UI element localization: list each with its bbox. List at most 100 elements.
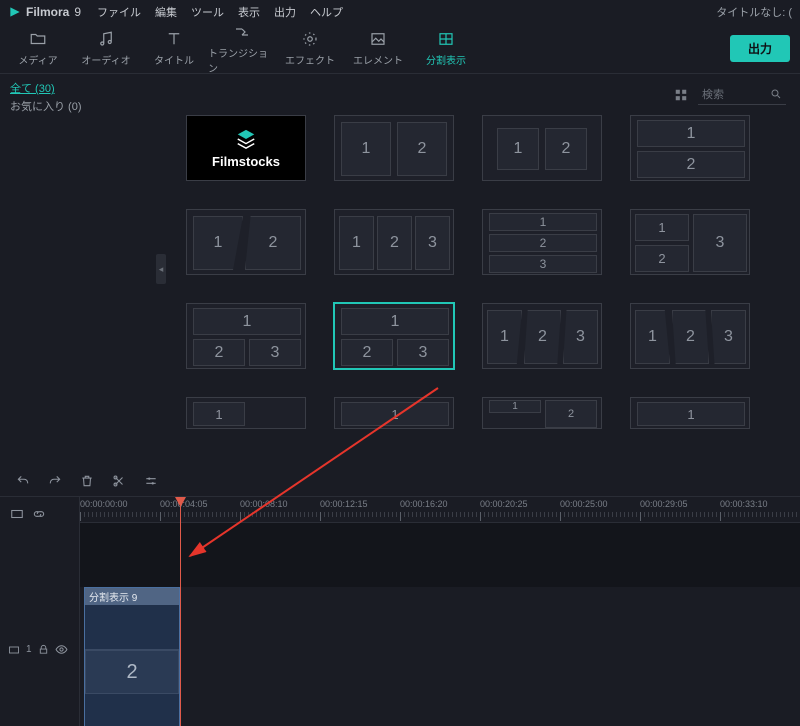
sidebar-collapse-handle[interactable]: ◂ <box>156 254 166 284</box>
timeline-ruler[interactable]: 00:00:00:00 00:00:04:05 00:00:08:10 00:0… <box>80 497 800 523</box>
preset-split-3v[interactable]: 1 2 3 <box>334 209 454 275</box>
cell-1: 1 <box>637 120 745 147</box>
tab-label: 分割表示 <box>426 52 466 67</box>
transition-icon <box>233 23 251 41</box>
tab-effect[interactable]: エフェクト <box>276 30 344 67</box>
cell-1: 1 <box>497 128 539 170</box>
app-name: Filmora <box>26 5 69 19</box>
sidebar-item-favorites[interactable]: お気に入り (0) <box>10 98 150 114</box>
cell-2: 2 <box>245 216 301 270</box>
cell-1: 1 <box>489 400 541 413</box>
cell-1: 1 <box>341 122 391 176</box>
eye-icon[interactable] <box>55 643 68 656</box>
timeline-tracks[interactable]: 00:00:00:00 00:00:04:05 00:00:08:10 00:0… <box>80 497 800 726</box>
category-sidebar: 全て (30) お気に入り (0) <box>0 74 160 466</box>
document-title: タイトルなし: ( <box>716 4 792 20</box>
preset-split-t1b2-selected[interactable]: 1 2 3 <box>334 303 454 369</box>
menu-output[interactable]: 出力 <box>274 4 296 20</box>
preset-split-3h[interactable]: 1 2 3 <box>482 209 602 275</box>
filmstocks-label: Filmstocks <box>212 154 280 169</box>
preset-grid-area: 検索 Filmstocks 1 2 1 2 1 <box>160 74 800 466</box>
preset-split-t1b2[interactable]: 1 2 3 <box>186 303 306 369</box>
search-input[interactable]: 検索 <box>698 84 786 105</box>
preset-partial[interactable]: 1 2 <box>482 397 602 429</box>
preset-partial[interactable]: 1 <box>186 397 306 429</box>
cell-2: 2 <box>341 339 393 366</box>
preset-split-3vdiag[interactable]: 1 2 3 <box>482 303 602 369</box>
menu-view[interactable]: 表示 <box>238 4 260 20</box>
menu-help[interactable]: ヘルプ <box>310 4 343 20</box>
cell-1: 1 <box>635 310 670 364</box>
tab-split[interactable]: 分割表示 <box>412 30 480 67</box>
timeline-toolbar <box>0 466 800 496</box>
playhead[interactable] <box>180 497 181 726</box>
menu-tool[interactable]: ツール <box>191 4 224 20</box>
grid-toolbar: 検索 <box>186 84 786 105</box>
menu-edit[interactable]: 編集 <box>155 4 177 20</box>
export-button[interactable]: 出力 <box>730 35 790 62</box>
tab-element[interactable]: エレメント <box>344 30 412 67</box>
cell-3: 3 <box>415 216 450 270</box>
settings-icon[interactable] <box>144 474 158 488</box>
grid-view-icon[interactable] <box>674 88 688 102</box>
preset-split-2h[interactable]: 1 2 <box>630 115 750 181</box>
preset-row: 1 1 1 2 1 <box>186 397 786 429</box>
image-icon <box>369 30 387 48</box>
preset-partial[interactable]: 1 <box>630 397 750 429</box>
cell-1: 1 <box>341 308 449 335</box>
preset-rows: Filmstocks 1 2 1 2 1 2 1 2 <box>186 115 786 429</box>
cell-1: 1 <box>489 213 597 231</box>
cell-1: 1 <box>193 308 301 335</box>
preset-row: Filmstocks 1 2 1 2 1 2 <box>186 115 786 181</box>
track-number: 1 <box>26 644 32 655</box>
folder-icon <box>29 30 47 48</box>
app-logo: Filmora 9 <box>8 5 81 19</box>
tab-transition[interactable]: トランジション <box>208 23 276 75</box>
timeline-clip[interactable]: 分割表示 9 2 <box>84 587 180 726</box>
tab-label: トランジション <box>208 45 276 75</box>
tab-label: エレメント <box>353 52 403 67</box>
ruler-times: 00:00:00:00 00:00:04:05 00:00:08:10 00:0… <box>80 499 800 509</box>
cell-1: 1 <box>637 402 745 426</box>
tab-label: メディア <box>18 52 57 67</box>
cell-3: 3 <box>249 339 301 366</box>
clip-title: 分割表示 9 <box>85 588 179 605</box>
preset-split-2v-small[interactable]: 1 2 <box>482 115 602 181</box>
preset-filmstocks[interactable]: Filmstocks <box>186 115 306 181</box>
preset-row: 1 2 1 2 3 1 2 3 1 2 3 <box>186 209 786 275</box>
preset-split-3vdiag2[interactable]: 1 2 3 <box>630 303 750 369</box>
sidebar-item-all[interactable]: 全て (30) <box>10 80 150 96</box>
effect-icon <box>301 30 319 48</box>
workspace: 全て (30) お気に入り (0) ◂ 検索 Filmstocks 1 2 <box>0 74 800 466</box>
tab-audio[interactable]: オーディオ <box>72 30 140 67</box>
ruler-ticks <box>80 512 800 522</box>
cell-3: 3 <box>563 310 598 364</box>
cell-1: 1 <box>487 310 522 364</box>
tab-title[interactable]: タイトル <box>140 30 208 67</box>
clip-segment: 2 <box>85 650 179 694</box>
lock-icon[interactable] <box>38 644 49 655</box>
video-track[interactable]: 分割表示 9 2 <box>80 587 800 726</box>
link-icon[interactable] <box>32 507 46 521</box>
cell-2: 2 <box>672 310 709 364</box>
preset-split-2v[interactable]: 1 2 <box>334 115 454 181</box>
track-type-icon <box>8 644 20 656</box>
tab-media[interactable]: メディア <box>4 30 72 67</box>
preset-split-l2r1[interactable]: 1 2 3 <box>630 209 750 275</box>
trash-icon[interactable] <box>80 474 94 488</box>
timeline: 1 00:00:00:00 00:00:04:05 00:00:08:10 00… <box>0 496 800 726</box>
fit-icon[interactable] <box>10 507 24 521</box>
undo-icon[interactable] <box>16 474 30 488</box>
cell-2: 2 <box>489 234 597 252</box>
menu-file[interactable]: ファイル <box>97 4 141 20</box>
cell-2: 2 <box>545 128 587 170</box>
app-version: 9 <box>74 5 81 19</box>
cell-2: 2 <box>635 245 689 272</box>
preset-partial[interactable]: 1 <box>334 397 454 429</box>
text-icon <box>165 30 183 48</box>
cell-1: 1 <box>635 214 689 241</box>
preset-split-2diag[interactable]: 1 2 <box>186 209 306 275</box>
redo-icon[interactable] <box>48 474 62 488</box>
cut-icon[interactable] <box>112 474 126 488</box>
cell-2: 2 <box>377 216 412 270</box>
